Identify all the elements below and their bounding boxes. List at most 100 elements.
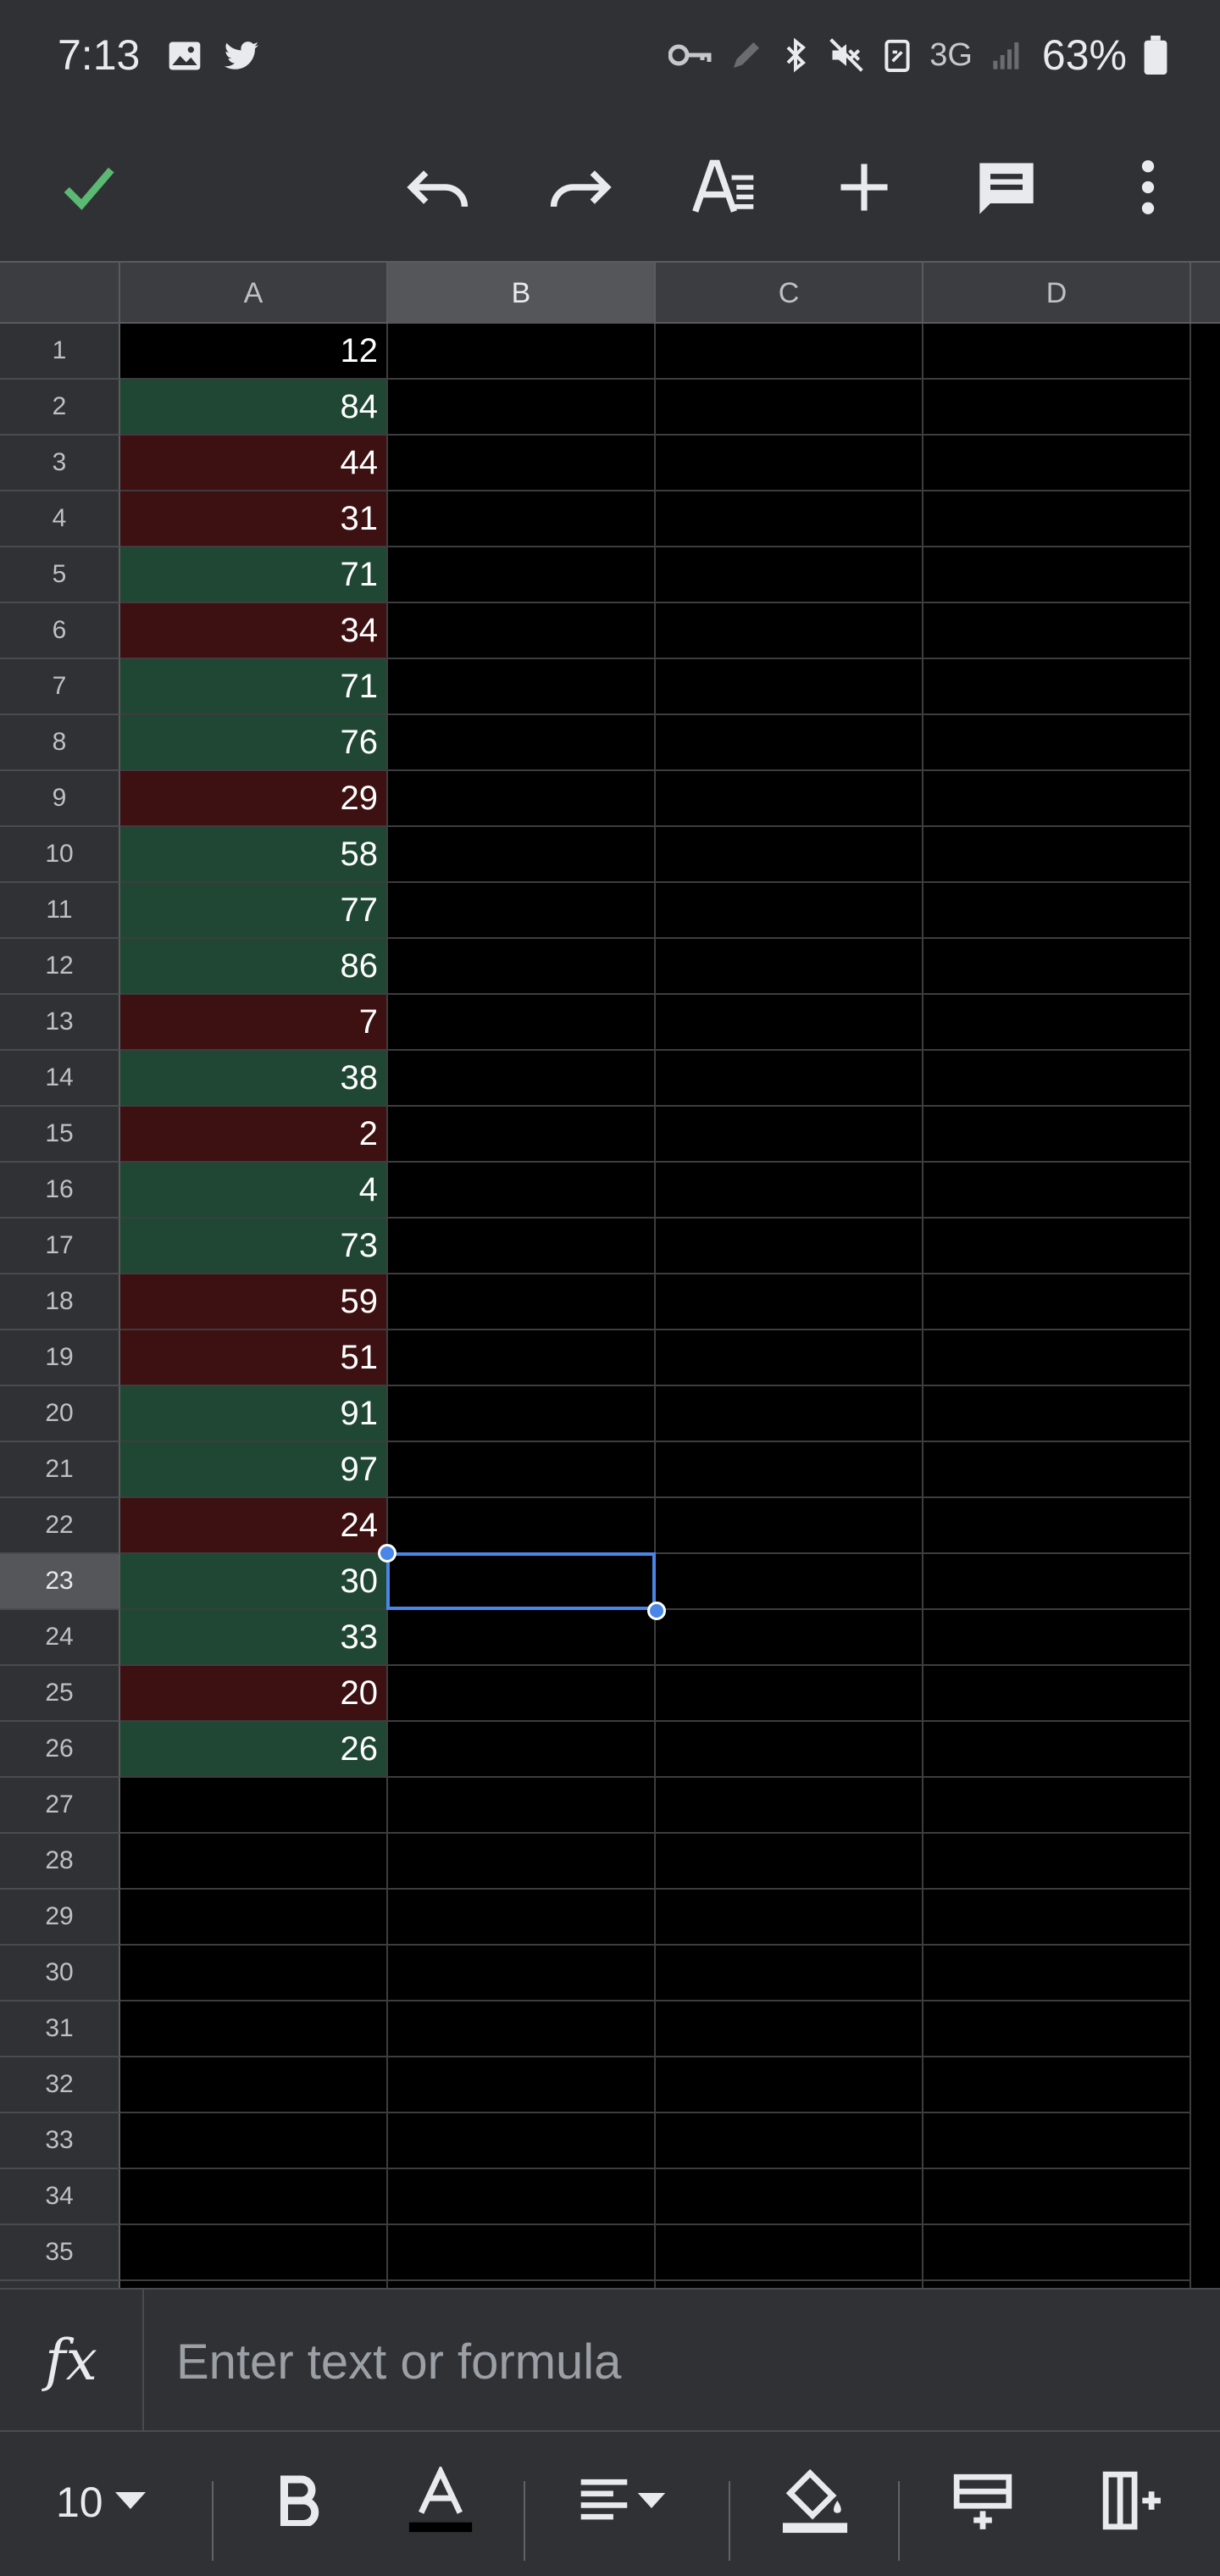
cell-c16[interactable] bbox=[656, 1163, 923, 1219]
cell-b18[interactable] bbox=[388, 1274, 656, 1330]
cell-d18[interactable] bbox=[923, 1274, 1191, 1330]
cell-d30[interactable] bbox=[923, 1946, 1191, 2001]
cell-c8[interactable] bbox=[656, 715, 923, 771]
cell-c15[interactable] bbox=[656, 1107, 923, 1163]
cell-b22[interactable] bbox=[388, 1498, 656, 1554]
cell-b6[interactable] bbox=[388, 603, 656, 659]
cell-c1[interactable] bbox=[656, 324, 923, 380]
cell-d16[interactable] bbox=[923, 1163, 1191, 1219]
cell-c17[interactable] bbox=[656, 1219, 923, 1274]
column-header-d[interactable]: D bbox=[923, 263, 1191, 324]
row-header[interactable]: 34 bbox=[0, 2169, 120, 2225]
cell-c22[interactable] bbox=[656, 1498, 923, 1554]
cell-a17[interactable]: 73 bbox=[120, 1219, 388, 1274]
cell-d27[interactable] bbox=[923, 1778, 1191, 1834]
cell-a20[interactable]: 91 bbox=[120, 1386, 388, 1442]
cell-b26[interactable] bbox=[388, 1722, 656, 1778]
cell-c20[interactable] bbox=[656, 1386, 923, 1442]
cell-b2[interactable] bbox=[388, 380, 656, 436]
cell-d3[interactable] bbox=[923, 436, 1191, 491]
cell-b29[interactable] bbox=[388, 1890, 656, 1946]
cell-d35[interactable] bbox=[923, 2225, 1191, 2281]
row-header[interactable]: 18 bbox=[0, 1274, 120, 1330]
cell-c21[interactable] bbox=[656, 1442, 923, 1498]
cell-a7[interactable]: 71 bbox=[120, 659, 388, 715]
cell-a10[interactable]: 58 bbox=[120, 827, 388, 883]
cell-d36[interactable] bbox=[923, 2281, 1191, 2288]
text-format-button[interactable] bbox=[678, 142, 771, 236]
cell-d12[interactable] bbox=[923, 939, 1191, 995]
cell-b4[interactable] bbox=[388, 491, 656, 547]
more-options-button[interactable] bbox=[1101, 142, 1195, 236]
cell-b36[interactable] bbox=[388, 2281, 656, 2288]
cell-c12[interactable] bbox=[656, 939, 923, 995]
insert-button[interactable] bbox=[818, 142, 911, 236]
cell-b31[interactable] bbox=[388, 2001, 656, 2057]
cell-d28[interactable] bbox=[923, 1834, 1191, 1890]
cell-b23[interactable] bbox=[388, 1554, 656, 1610]
row-header[interactable]: 33 bbox=[0, 2113, 120, 2169]
row-header[interactable]: 1 bbox=[0, 324, 120, 380]
cell-a16[interactable]: 4 bbox=[120, 1163, 388, 1219]
cell-c35[interactable] bbox=[656, 2225, 923, 2281]
cell-d33[interactable] bbox=[923, 2113, 1191, 2169]
row-header[interactable]: 10 bbox=[0, 827, 120, 883]
cell-c10[interactable] bbox=[656, 827, 923, 883]
cell-a18[interactable]: 59 bbox=[120, 1274, 388, 1330]
cell-b32[interactable] bbox=[388, 2057, 656, 2113]
cell-a6[interactable]: 34 bbox=[120, 603, 388, 659]
selection-handle-bottom-right[interactable] bbox=[647, 1602, 666, 1620]
row-header[interactable]: 12 bbox=[0, 939, 120, 995]
row-header[interactable]: 7 bbox=[0, 659, 120, 715]
cell-b28[interactable] bbox=[388, 1834, 656, 1890]
cell-d29[interactable] bbox=[923, 1890, 1191, 1946]
cell-b24[interactable] bbox=[388, 1610, 656, 1666]
cell-d31[interactable] bbox=[923, 2001, 1191, 2057]
row-header[interactable]: 35 bbox=[0, 2225, 120, 2281]
cell-d21[interactable] bbox=[923, 1442, 1191, 1498]
cell-c30[interactable] bbox=[656, 1946, 923, 2001]
cell-a22[interactable]: 24 bbox=[120, 1498, 388, 1554]
cell-a24[interactable]: 33 bbox=[120, 1610, 388, 1666]
cell-c5[interactable] bbox=[656, 547, 923, 603]
row-header[interactable]: 6 bbox=[0, 603, 120, 659]
column-header-b[interactable]: B bbox=[388, 263, 656, 324]
cell-d6[interactable] bbox=[923, 603, 1191, 659]
cell-c23[interactable] bbox=[656, 1554, 923, 1610]
row-header[interactable]: 5 bbox=[0, 547, 120, 603]
cell-d19[interactable] bbox=[923, 1330, 1191, 1386]
row-header[interactable]: 11 bbox=[0, 883, 120, 939]
cell-a2[interactable]: 84 bbox=[120, 380, 388, 436]
cell-a26[interactable]: 26 bbox=[120, 1722, 388, 1778]
cell-b35[interactable] bbox=[388, 2225, 656, 2281]
cell-d13[interactable] bbox=[923, 995, 1191, 1051]
cell-d5[interactable] bbox=[923, 547, 1191, 603]
row-header[interactable]: 2 bbox=[0, 380, 120, 436]
undo-button[interactable] bbox=[391, 142, 485, 236]
cell-c36[interactable] bbox=[656, 2281, 923, 2288]
cell-c9[interactable] bbox=[656, 771, 923, 827]
fill-color-button[interactable] bbox=[773, 2456, 857, 2549]
spreadsheet-grid[interactable]: A B C D 1 2 3 4 5 6 7 8 9 10 11 12 13 14 15 16 17 18 19 20 2… bbox=[0, 261, 1220, 2288]
text-color-button[interactable] bbox=[398, 2456, 483, 2549]
cell-d1[interactable] bbox=[923, 324, 1191, 380]
cell-a23[interactable]: 30 bbox=[120, 1554, 388, 1610]
cell-a13[interactable]: 7 bbox=[120, 995, 388, 1051]
row-header[interactable]: 16 bbox=[0, 1163, 120, 1219]
cell-c18[interactable] bbox=[656, 1274, 923, 1330]
cell-d20[interactable] bbox=[923, 1386, 1191, 1442]
cell-c34[interactable] bbox=[656, 2169, 923, 2225]
cell-a33[interactable] bbox=[120, 2113, 388, 2169]
cell-a12[interactable]: 86 bbox=[120, 939, 388, 995]
row-header[interactable]: 3 bbox=[0, 436, 120, 491]
cell-b12[interactable] bbox=[388, 939, 656, 995]
cell-b5[interactable] bbox=[388, 547, 656, 603]
cell-d2[interactable] bbox=[923, 380, 1191, 436]
row-header[interactable]: 15 bbox=[0, 1107, 120, 1163]
cell-c14[interactable] bbox=[656, 1051, 923, 1107]
select-all-corner[interactable] bbox=[0, 263, 120, 324]
row-header[interactable]: 24 bbox=[0, 1610, 120, 1666]
cell-a15[interactable]: 2 bbox=[120, 1107, 388, 1163]
cell-b11[interactable] bbox=[388, 883, 656, 939]
cell-c19[interactable] bbox=[656, 1330, 923, 1386]
